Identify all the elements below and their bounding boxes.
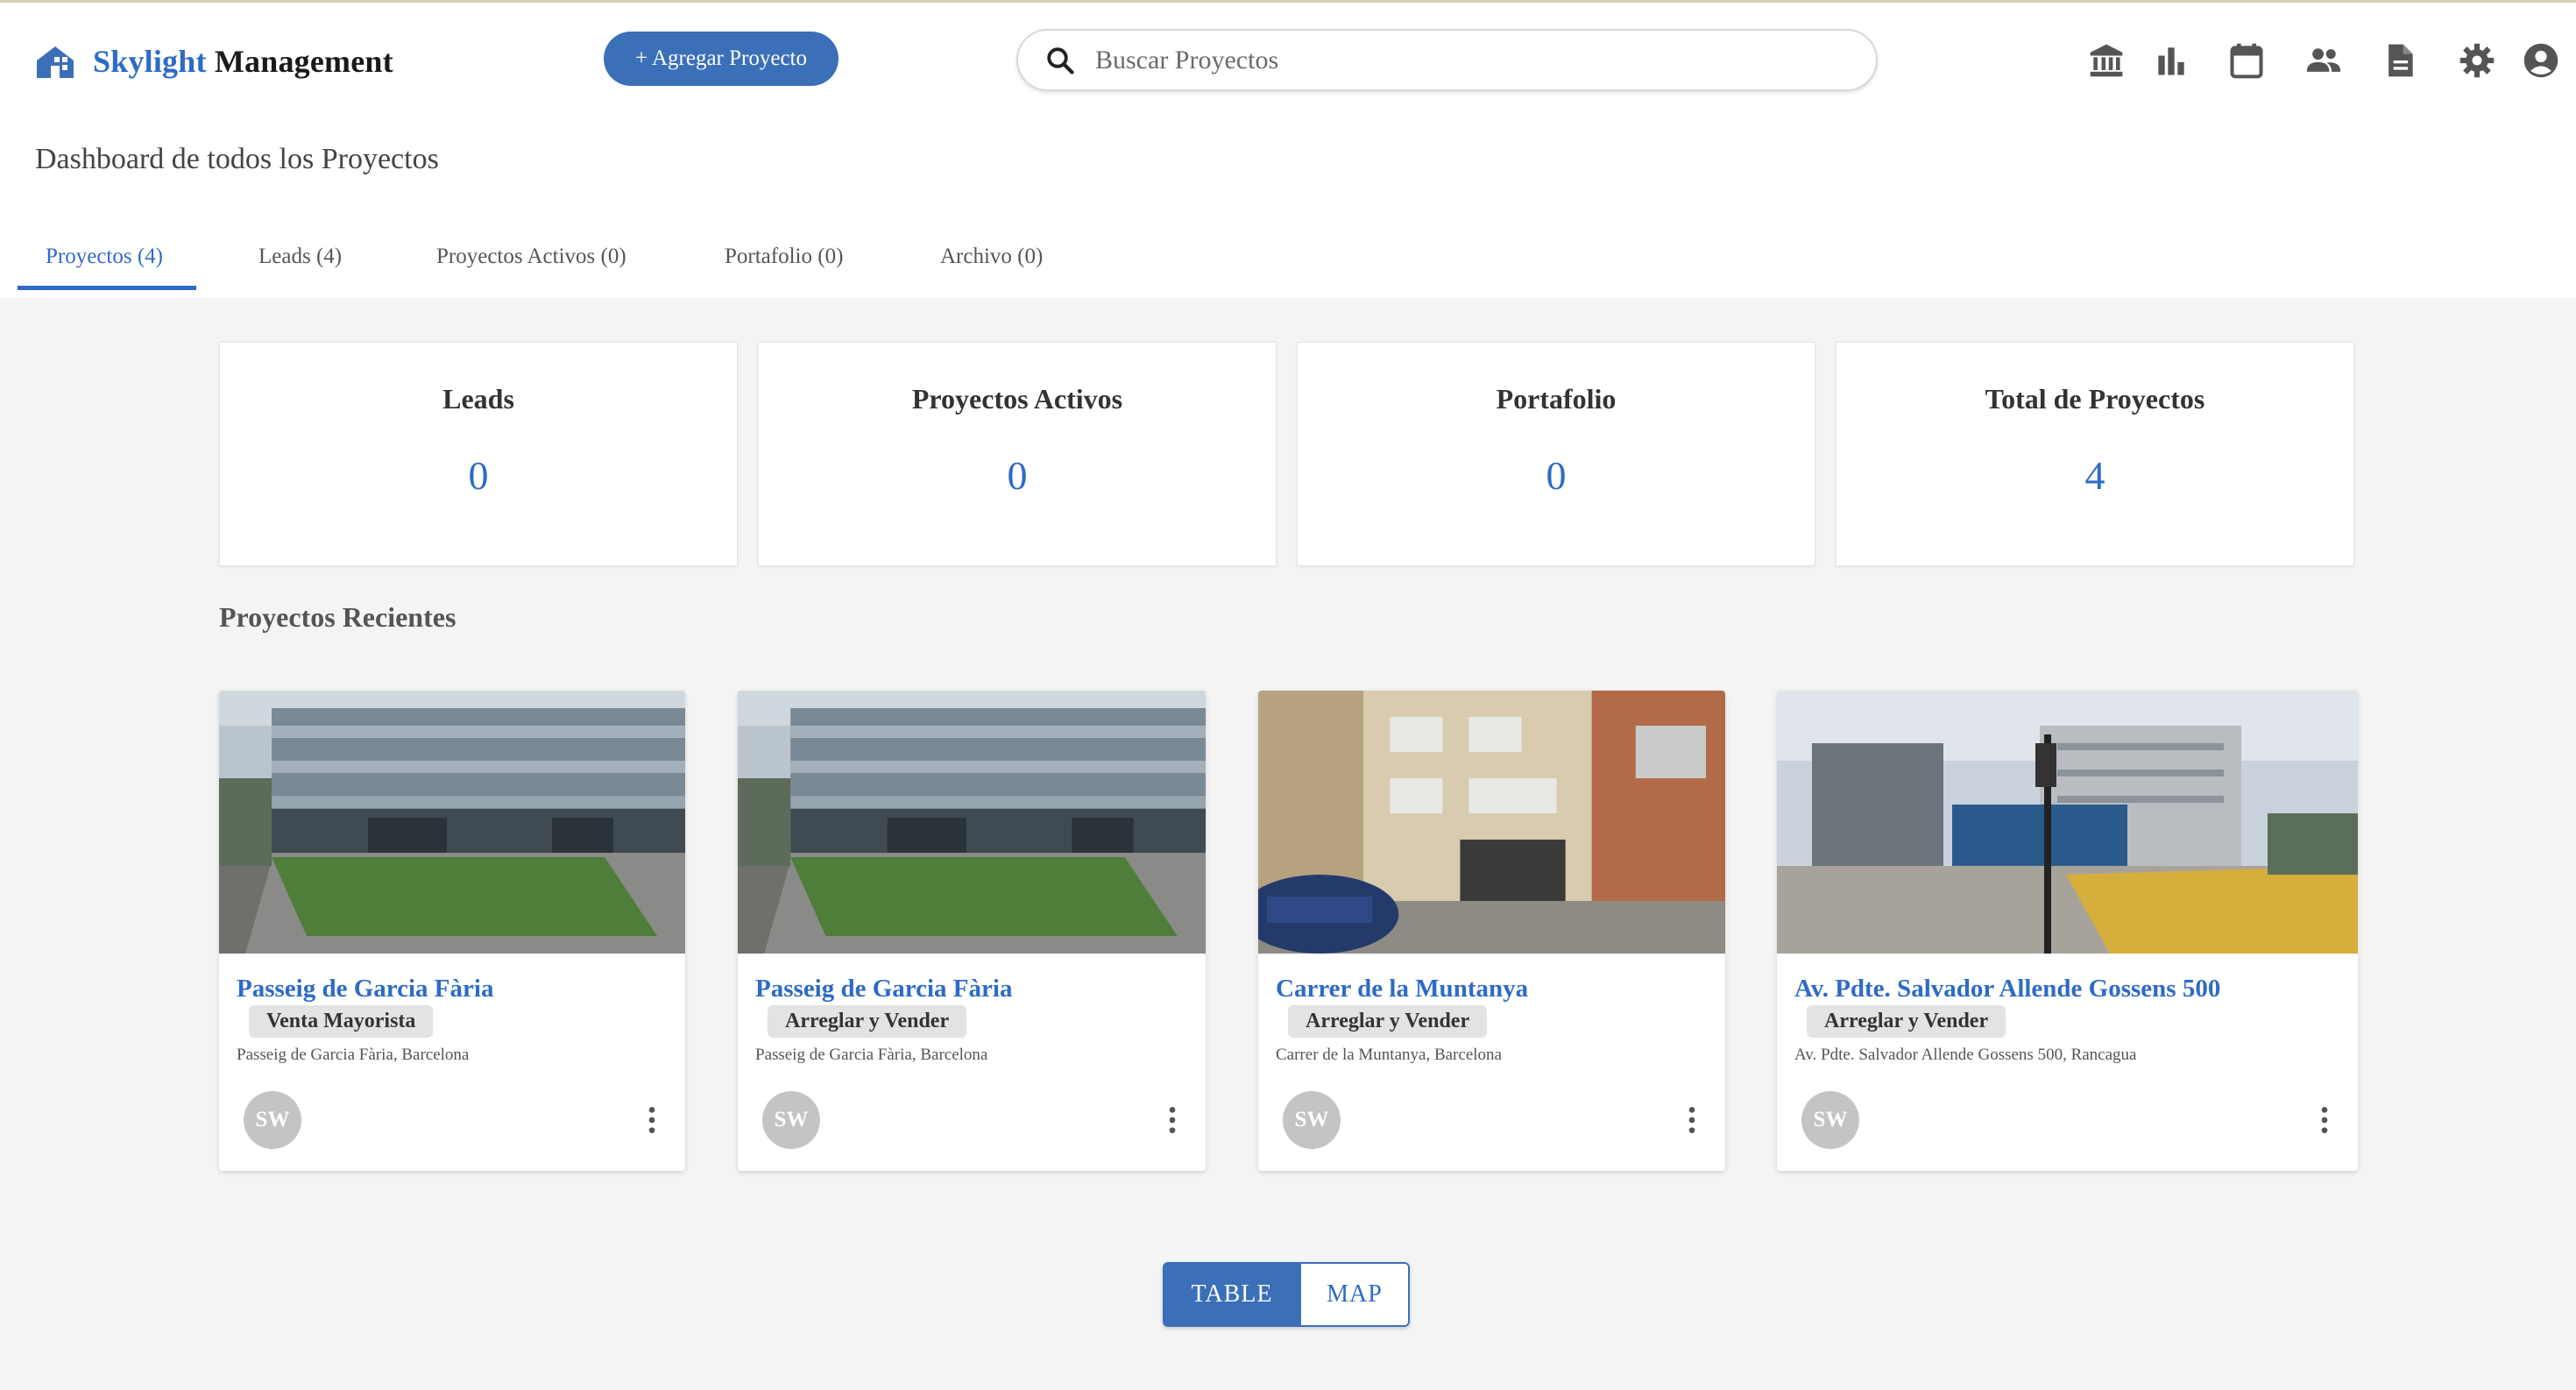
view-toggle: TABLE MAP [1163,1262,1410,1327]
document-icon[interactable] [2381,41,2419,80]
stat-card-portafolio: Portafolio 0 [1297,342,1815,566]
brand-name-second: Management [206,44,393,79]
map-view-button[interactable]: MAP [1301,1262,1410,1327]
project-title-link[interactable]: Passeig de Garcia Fària [755,975,1012,1003]
project-address: Passeig de Garcia Fària, Barcelona [237,1046,470,1064]
bank-icon[interactable] [2087,41,2126,80]
project-card[interactable]: Passeig de Garcia Fària Venta Mayorista … [219,691,685,1171]
avatar[interactable]: SW [1801,1091,1859,1149]
calendar-icon[interactable] [2227,41,2266,80]
project-strategy-badge: Arreglar y Vender [768,1005,967,1038]
stat-value: 0 [1007,453,1028,498]
search-bar[interactable] [1016,29,1878,91]
stat-card-leads: Leads 0 [219,342,738,566]
stat-card-total-proyectos: Total de Proyectos 4 [1836,342,2354,566]
brand-name: Skylight Management [93,43,393,80]
page-title: Dashboard de todos los Proyectos [35,143,439,175]
project-card[interactable]: Av. Pdte. Salvador Allende Gossens 500 A… [1777,691,2358,1171]
project-card[interactable]: Passeig de Garcia Fària Arreglar y Vende… [738,691,1206,1171]
brand-logo[interactable]: Skylight Management [33,43,393,80]
project-strategy-badge: Arreglar y Vender [1807,1005,2006,1038]
avatar[interactable]: SW [1283,1091,1341,1149]
project-card[interactable]: Carrer de la Muntanya Arreglar y Vender … [1258,691,1725,1171]
project-strategy-badge: Venta Mayorista [249,1005,434,1038]
project-address: Carrer de la Muntanya, Barcelona [1276,1046,1502,1064]
tab-proyectos-activos[interactable]: Proyectos Activos (0) [436,245,626,269]
stat-value: 0 [1546,453,1567,498]
project-title-link[interactable]: Carrer de la Muntanya [1276,975,1528,1003]
project-street-view-image [219,691,685,954]
more-options-icon[interactable] [1674,1103,1709,1138]
recent-projects-title: Proyectos Recientes [219,601,456,633]
more-options-icon[interactable] [1155,1103,1190,1138]
tab-leads[interactable]: Leads (4) [258,245,342,269]
table-view-button[interactable]: TABLE [1163,1262,1301,1327]
project-street-view-image [738,691,1206,954]
project-street-view-image [1258,691,1725,954]
stat-value: 4 [2084,453,2105,498]
stat-label: Leads [442,383,514,415]
add-project-button[interactable]: + Agregar Proyecto [604,32,839,86]
account-icon[interactable] [2522,41,2560,80]
search-icon [1047,46,1074,74]
avatar[interactable]: SW [244,1091,301,1149]
project-tabs: Proyectos (4) Leads (4) Proyectos Activo… [0,226,2576,292]
avatar[interactable]: SW [762,1091,820,1149]
project-address: Av. Pdte. Salvador Allende Gossens 500, … [1794,1046,2137,1064]
stat-label: Proyectos Activos [911,383,1123,415]
stat-value: 0 [468,453,489,498]
bar-chart-icon[interactable] [2152,41,2190,80]
active-tab-indicator [18,286,196,290]
project-title-link[interactable]: Passeig de Garcia Fària [237,975,493,1003]
more-options-icon[interactable] [634,1103,669,1138]
tab-proyectos[interactable]: Proyectos (4) [46,245,163,269]
project-title-link[interactable]: Av. Pdte. Salvador Allende Gossens 500 [1794,975,2220,1003]
people-icon[interactable] [2304,41,2343,80]
tab-portafolio[interactable]: Portafolio (0) [725,245,843,269]
header: Skylight Management + Agregar Proyecto B… [0,3,2576,298]
project-address: Passeig de Garcia Fària, Barcelona [755,1046,988,1064]
project-street-view-image [1777,691,2358,954]
stat-label: Total de Proyectos [1985,383,2205,415]
search-input[interactable] [1095,45,1849,75]
house-logo-icon [37,46,74,78]
more-options-icon[interactable] [2307,1103,2342,1138]
tab-archivo[interactable]: Archivo (0) [940,245,1043,269]
brand-name-first: Skylight [93,44,207,79]
stat-card-proyectos-activos: Proyectos Activos 0 [758,342,1277,566]
project-strategy-badge: Arreglar y Vender [1288,1005,1488,1038]
stat-label: Portafolio [1496,383,1617,415]
gear-icon[interactable] [2458,41,2496,80]
